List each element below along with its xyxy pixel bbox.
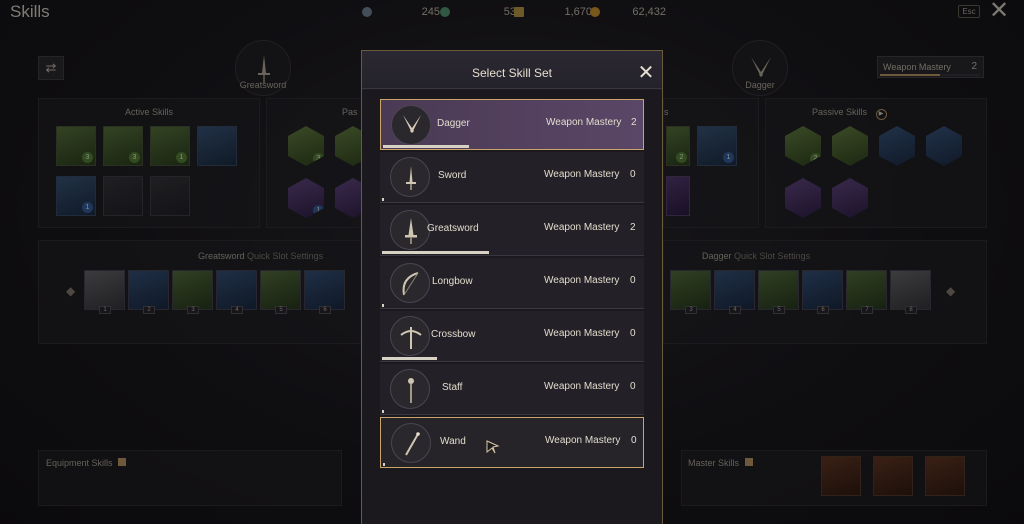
dagger-icon (391, 105, 431, 145)
weapon-row-sword[interactable]: Sword Weapon Mastery 0 (380, 152, 644, 203)
weapon-mastery-value: 0 (630, 381, 636, 392)
weapon-row-dagger[interactable]: Dagger Weapon Mastery 2 (380, 99, 644, 150)
weapon-row-wand[interactable]: Wand Weapon Mastery 0 (380, 417, 644, 468)
weapon-mastery-label: Weapon Mastery (544, 328, 620, 339)
weapon-name: Wand (440, 436, 466, 447)
greatsword-icon (390, 210, 430, 250)
weapon-mastery-value: 0 (630, 328, 636, 339)
sword-icon (390, 157, 430, 197)
weapon-name: Dagger (437, 118, 470, 129)
mastery-progress-bar (382, 251, 642, 254)
weapon-mastery-label: Weapon Mastery (544, 381, 620, 392)
weapon-row-greatsword[interactable]: Greatsword Weapon Mastery 2 (380, 205, 644, 256)
select-skill-set-dialog: Select Skill Set ✕ Dagger Weapon Mastery… (361, 50, 663, 524)
mastery-progress-bar (383, 145, 643, 148)
weapon-row-longbow[interactable]: Longbow Weapon Mastery 0 (380, 258, 644, 309)
weapon-mastery-label: Weapon Mastery (545, 435, 621, 446)
pointer-cursor-icon (486, 440, 500, 459)
mastery-progress-bar (382, 410, 642, 413)
weapon-mastery-value: 0 (630, 169, 636, 180)
weapon-mastery-value: 2 (630, 222, 636, 233)
weapon-mastery-label: Weapon Mastery (544, 275, 620, 286)
weapon-mastery-value: 0 (630, 275, 636, 286)
staff-icon (390, 369, 430, 409)
weapon-mastery-label: Weapon Mastery (546, 117, 622, 128)
weapon-name: Longbow (432, 276, 473, 287)
weapon-name: Sword (438, 170, 467, 181)
mastery-progress-bar (382, 304, 642, 307)
dialog-title: Select Skill Set (471, 66, 553, 80)
weapon-name: Staff (442, 382, 463, 393)
weapon-name: Greatsword (427, 223, 479, 234)
weapon-mastery-value: 2 (631, 117, 637, 128)
weapon-mastery-value: 0 (631, 435, 637, 446)
longbow-icon (390, 263, 430, 303)
weapon-list: Dagger Weapon Mastery 2 Sword Weapon Mas… (362, 90, 662, 524)
wand-icon (391, 423, 431, 463)
weapon-name: Crossbow (431, 329, 476, 340)
mastery-progress-bar (382, 198, 642, 201)
close-icon[interactable]: ✕ (635, 63, 657, 85)
weapon-row-crossbow[interactable]: Crossbow Weapon Mastery 0 (380, 311, 644, 362)
crossbow-icon (390, 316, 430, 356)
weapon-row-staff[interactable]: Staff Weapon Mastery 0 (380, 364, 644, 415)
dialog-header: Select Skill Set ✕ (362, 51, 662, 89)
mastery-progress-bar (382, 357, 642, 360)
weapon-mastery-label: Weapon Mastery (544, 169, 620, 180)
weapon-mastery-label: Weapon Mastery (544, 222, 620, 233)
mastery-progress-bar (383, 463, 643, 466)
